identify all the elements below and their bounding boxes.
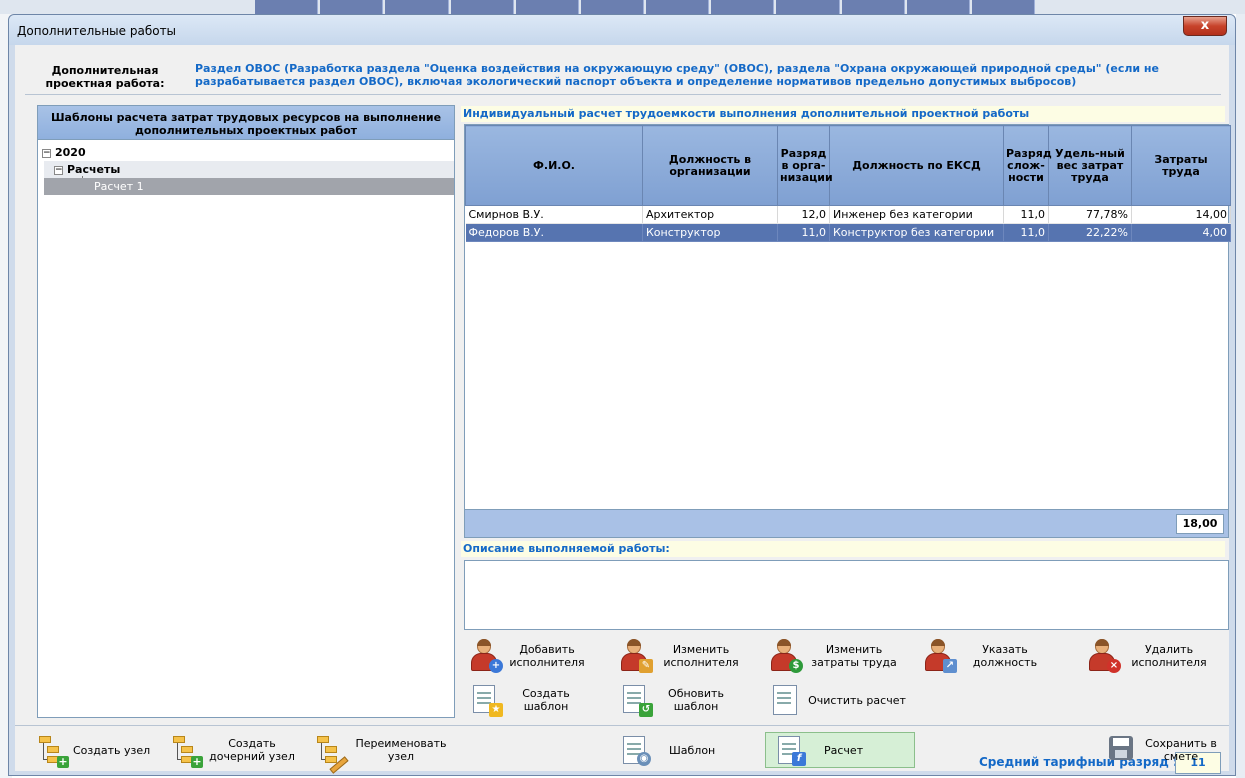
user-chart-icon: ↗	[921, 639, 957, 673]
update-template-button[interactable]: ↺ Обновить шаблон	[617, 679, 741, 721]
update-template-icon: ↺	[617, 683, 653, 717]
delete-executor-label: Удалить исполнителя	[1131, 643, 1207, 669]
cell-org-grade: 11,0	[777, 223, 830, 242]
set-position-button[interactable]: ↗ Указать должность	[921, 635, 1055, 677]
cell-complexity-grade: 11,0	[1003, 223, 1049, 242]
dialog-body: Дополнительная проектная работа: Раздел …	[15, 45, 1231, 774]
rename-node-button[interactable]: Переименовать узел	[313, 732, 463, 774]
description-input[interactable]	[464, 560, 1229, 630]
cell-org-position: Архитектор	[642, 205, 778, 224]
col-header-labor-share[interactable]: Удель-ный вес затрат труда	[1048, 125, 1132, 206]
cell-labor-share: 22,22%	[1048, 223, 1132, 242]
calc-button[interactable]: f Расчет	[765, 732, 915, 768]
additional-works-dialog: Дополнительные работы x Дополнительная п…	[8, 14, 1236, 776]
clear-calc-label: Очистить расчет	[808, 693, 906, 707]
set-position-label: Указать должность	[972, 643, 1038, 669]
create-node-label: Создать узел	[73, 743, 151, 757]
background-right-edge	[1236, 14, 1245, 778]
toolbar-divider	[15, 725, 1229, 726]
cell-name: Смирнов В.У.	[465, 205, 643, 224]
cell-org-grade: 12,0	[777, 205, 830, 224]
new-template-icon: ★	[467, 683, 503, 717]
create-template-label: Создать шаблон	[522, 687, 570, 713]
add-user-icon: +	[467, 639, 503, 673]
tree-node-calc-1[interactable]: Расчет 1	[44, 178, 454, 195]
labor-total: 18,00	[1176, 514, 1224, 534]
edit-executor-button[interactable]: ✎ Изменить исполнителя	[617, 635, 751, 677]
add-executor-button[interactable]: + Добавить исполнителя	[467, 635, 593, 677]
add-child-node-icon: +	[169, 734, 203, 768]
update-template-label: Обновить шаблон	[668, 687, 724, 713]
edit-labor-cost-button[interactable]: $ Изменить затраты труда	[767, 635, 907, 677]
calc-formula-icon: f	[772, 734, 806, 766]
grid-footer: 18,00	[465, 509, 1228, 537]
collapse-icon[interactable]: −	[54, 165, 63, 175]
labor-grid: Ф.И.О. Должность в организации Разряд в …	[464, 124, 1231, 538]
table-row-selected[interactable]: Федоров В.У. Конструктор 11,0 Конструкто…	[465, 223, 1231, 242]
calc-label: Расчет	[824, 743, 864, 757]
cell-name: Федоров В.У.	[465, 223, 643, 242]
cell-complexity-grade: 11,0	[1003, 205, 1049, 224]
save-disk-icon	[1105, 734, 1137, 766]
col-header-org-position[interactable]: Должность в организации	[642, 125, 778, 206]
add-executor-label: Добавить исполнителя	[509, 643, 585, 669]
rename-node-icon	[313, 734, 349, 774]
work-description: Раздел ОВОС (Разработка раздела "Оценка …	[195, 62, 1159, 88]
edit-executor-label: Изменить исполнителя	[663, 643, 739, 669]
col-header-complexity-grade[interactable]: Разряд слож-ности	[1003, 125, 1052, 206]
create-template-button[interactable]: ★ Создать шаблон	[467, 679, 591, 721]
clear-icon	[767, 683, 801, 717]
header-divider	[25, 94, 1221, 95]
template-view-icon: ◉	[617, 734, 651, 766]
money-user-icon: $	[767, 639, 803, 673]
tree-node-label: 2020	[55, 146, 86, 159]
tree-node-2020[interactable]: −2020	[42, 144, 86, 161]
cell-eksd-position: Конструктор без категории	[829, 223, 1004, 242]
tree-node-calculations[interactable]: − Расчеты	[44, 161, 454, 178]
edit-labor-cost-label: Изменить затраты труда	[811, 643, 897, 669]
close-button[interactable]: x	[1183, 16, 1227, 36]
tree-node-label: Расчет 1	[94, 180, 144, 193]
create-child-node-label: Создать дочерний узел	[209, 737, 295, 763]
tree-node-label: Расчеты	[67, 163, 121, 176]
delete-executor-button[interactable]: × Удалить исполнителя	[1085, 635, 1219, 677]
create-node-button[interactable]: + Создать узел	[35, 732, 165, 768]
template-label: Шаблон	[669, 743, 716, 757]
title-bar[interactable]: Дополнительные работы x	[9, 15, 1235, 45]
cell-eksd-position: Инженер без категории	[829, 205, 1004, 224]
col-header-labor-cost[interactable]: Затраты труда	[1131, 125, 1231, 206]
background-app-strip	[0, 0, 1245, 14]
col-header-name[interactable]: Ф.И.О.	[465, 125, 643, 206]
col-header-eksd-position[interactable]: Должность по ЕКСД	[829, 125, 1004, 206]
delete-user-icon: ×	[1085, 639, 1121, 673]
rename-node-label: Переименовать узел	[355, 737, 447, 763]
cell-org-position: Конструктор	[642, 223, 778, 242]
table-row[interactable]: Смирнов В.У. Архитектор 12,0 Инженер без…	[465, 205, 1231, 224]
col-header-org-grade[interactable]: Разряд в орга-низации	[777, 125, 833, 206]
clear-calc-button[interactable]: Очистить расчет	[767, 679, 913, 721]
create-child-node-button[interactable]: + Создать дочерний узел	[169, 732, 309, 768]
collapse-icon[interactable]: −	[42, 148, 51, 158]
templates-tree-panel: Шаблоны расчета затрат трудовых ресурсов…	[37, 105, 455, 718]
window-title: Дополнительные работы	[17, 24, 177, 38]
save-in-estimate-label: Сохранить в смете	[1145, 737, 1217, 763]
description-label: Описание выполняемой работы:	[461, 541, 1225, 557]
templates-tree-header: Шаблоны расчета затрат трудовых ресурсов…	[38, 106, 454, 140]
cell-labor-share: 77,78%	[1048, 205, 1132, 224]
add-node-icon: +	[35, 734, 69, 768]
cell-labor-cost: 14,00	[1131, 205, 1231, 224]
cell-labor-cost: 4,00	[1131, 223, 1231, 242]
template-button[interactable]: ◉ Шаблон	[617, 732, 757, 768]
work-label: Дополнительная проектная работа:	[45, 64, 165, 90]
save-in-estimate-button[interactable]: Сохранить в смете	[1105, 732, 1225, 768]
edit-user-icon: ✎	[617, 639, 653, 673]
calc-title: Индивидуальный расчет трудоемкости выпол…	[461, 106, 1225, 122]
background-ribbon	[255, 0, 1036, 14]
